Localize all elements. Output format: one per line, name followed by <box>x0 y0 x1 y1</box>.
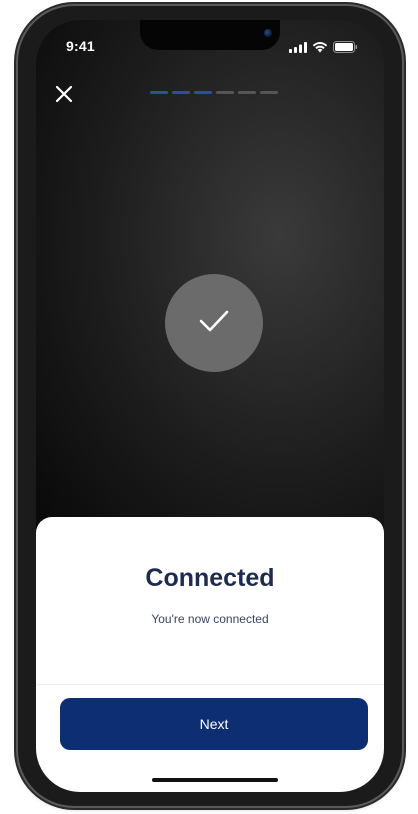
sheet-divider <box>36 684 384 685</box>
bottom-sheet <box>36 517 384 792</box>
sheet-subtitle: You're now connected <box>151 612 269 626</box>
sheet-layer: Connected You're now connected Next <box>36 20 384 792</box>
sheet-title: Connected <box>145 564 275 592</box>
next-button[interactable]: Next <box>60 698 368 750</box>
home-indicator <box>152 778 278 782</box>
device-stage: 9:41 Connected You're now connected Next <box>0 0 418 814</box>
